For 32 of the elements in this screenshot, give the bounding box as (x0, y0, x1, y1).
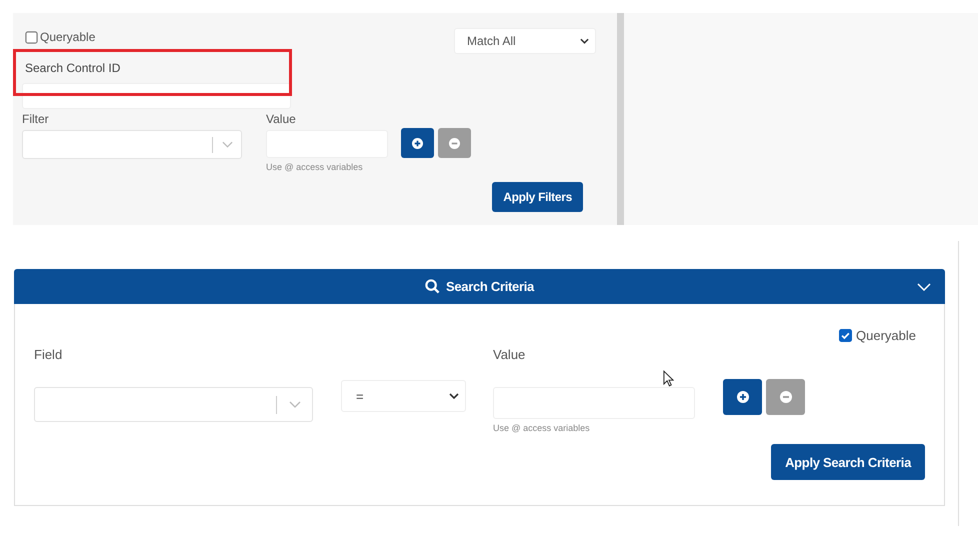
section-title: Search Criteria (446, 279, 534, 294)
value-label: Value (266, 112, 297, 126)
search-icon (425, 279, 440, 294)
checkbox-icon[interactable] (839, 329, 852, 342)
filter-label: Filter (22, 112, 50, 126)
value-field[interactable] (493, 387, 695, 419)
mouse-cursor-icon (663, 370, 674, 387)
plus-circle-icon (412, 138, 423, 148)
match-select[interactable]: Match All (454, 28, 596, 54)
section-header[interactable]: Search Criteria (14, 269, 945, 304)
hint-text: Use @ access variables (266, 162, 364, 172)
minus-circle-icon (449, 138, 460, 148)
field-dropdown[interactable] (34, 387, 313, 422)
apply-search-criteria-button[interactable]: Apply Search Criteria (771, 444, 925, 480)
queryable-label: Queryable (40, 30, 96, 44)
chevron-down-icon (449, 393, 459, 399)
field-label: Field (34, 347, 64, 362)
minus-circle-icon (780, 391, 792, 403)
operator-select[interactable]: = (341, 380, 466, 412)
queryable-label: Queryable (856, 328, 916, 343)
checkbox-icon[interactable] (25, 30, 38, 44)
hint-text: Use @ access variables (493, 423, 591, 433)
apply-filters-button[interactable]: Apply Filters (492, 182, 583, 212)
add-button[interactable] (401, 128, 434, 158)
plus-circle-icon (736, 391, 748, 403)
value-label: Value (493, 347, 526, 362)
chevron-icon (917, 283, 931, 291)
chevron-down-icon (289, 401, 301, 408)
chevron-down-icon (222, 141, 233, 148)
chevron-down-icon (580, 38, 589, 44)
field-label: Search Control ID (25, 61, 122, 75)
add-button[interactable] (723, 379, 762, 415)
